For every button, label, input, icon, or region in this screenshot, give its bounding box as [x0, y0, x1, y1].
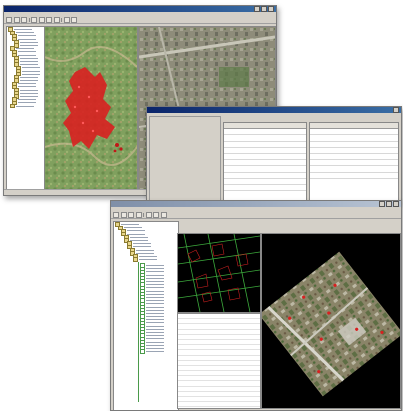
layer-icon — [140, 349, 145, 354]
close-icon[interactable] — [393, 107, 399, 113]
window-controls — [393, 107, 399, 113]
tool-button-icon[interactable] — [145, 212, 152, 218]
project-tree-panel[interactable] — [113, 221, 179, 410]
window-controls — [254, 6, 274, 12]
orthophoto-view[interactable] — [261, 233, 401, 409]
tool-button-icon[interactable] — [6, 17, 12, 23]
close-icon[interactable] — [393, 201, 399, 207]
tool-button-icon[interactable] — [53, 17, 60, 23]
tree-leaf-list — [140, 263, 174, 354]
title-bar — [147, 107, 401, 113]
summary-field — [150, 150, 220, 155]
tool-button-icon[interactable] — [128, 212, 134, 218]
summary-field — [150, 180, 220, 185]
tool-button-icon[interactable] — [46, 17, 52, 23]
toolbar-separator — [61, 18, 62, 22]
tree-item[interactable] — [115, 257, 177, 262]
tool-button-icon[interactable] — [38, 17, 45, 23]
maximize-icon[interactable] — [261, 6, 267, 12]
toolbar-separator — [143, 213, 144, 217]
tool-button-icon[interactable] — [21, 17, 27, 23]
tool-button-icon[interactable] — [71, 17, 77, 23]
tree-connector — [138, 262, 139, 402]
statistics-dialog — [146, 106, 402, 202]
folder-icon — [133, 257, 138, 262]
property-row[interactable] — [178, 407, 260, 408]
property-list — [178, 314, 260, 408]
tool-button-icon[interactable] — [120, 212, 127, 218]
terrain-map-image — [45, 27, 137, 191]
minimize-icon[interactable] — [379, 201, 385, 207]
orthophoto-image — [262, 251, 400, 397]
summary-group — [149, 116, 221, 201]
layer-tree-panel[interactable] — [6, 26, 46, 190]
tool-button-icon[interactable] — [63, 17, 70, 23]
folder-icon — [14, 43, 19, 48]
terrain-map-view[interactable] — [44, 26, 138, 192]
tool-button-icon[interactable] — [160, 212, 167, 218]
orthophoto-editor-window — [110, 200, 402, 411]
tool-button-icon[interactable] — [13, 17, 20, 23]
close-icon[interactable] — [268, 6, 274, 12]
toolbar-separator — [28, 18, 30, 22]
table-row[interactable] — [224, 185, 306, 192]
tool-button-icon[interactable] — [113, 212, 119, 218]
table-row[interactable] — [310, 173, 398, 179]
tree-leaf-item[interactable] — [140, 349, 174, 354]
toolbar — [111, 212, 401, 219]
folder-icon — [10, 103, 15, 109]
toolbar — [4, 17, 276, 24]
residual-table[interactable] — [223, 122, 307, 201]
point-residual-table[interactable] — [309, 122, 399, 201]
tool-button-icon[interactable] — [135, 212, 142, 218]
tool-button-icon[interactable] — [31, 17, 37, 23]
maximize-icon[interactable] — [386, 201, 392, 207]
vector-lines-image — [178, 234, 260, 312]
tool-button-icon[interactable] — [153, 212, 159, 218]
properties-panel[interactable] — [177, 313, 261, 409]
window-controls — [379, 201, 399, 207]
vector-canvas[interactable] — [177, 233, 261, 313]
minimize-icon[interactable] — [254, 6, 260, 12]
tree-item[interactable] — [8, 103, 44, 109]
